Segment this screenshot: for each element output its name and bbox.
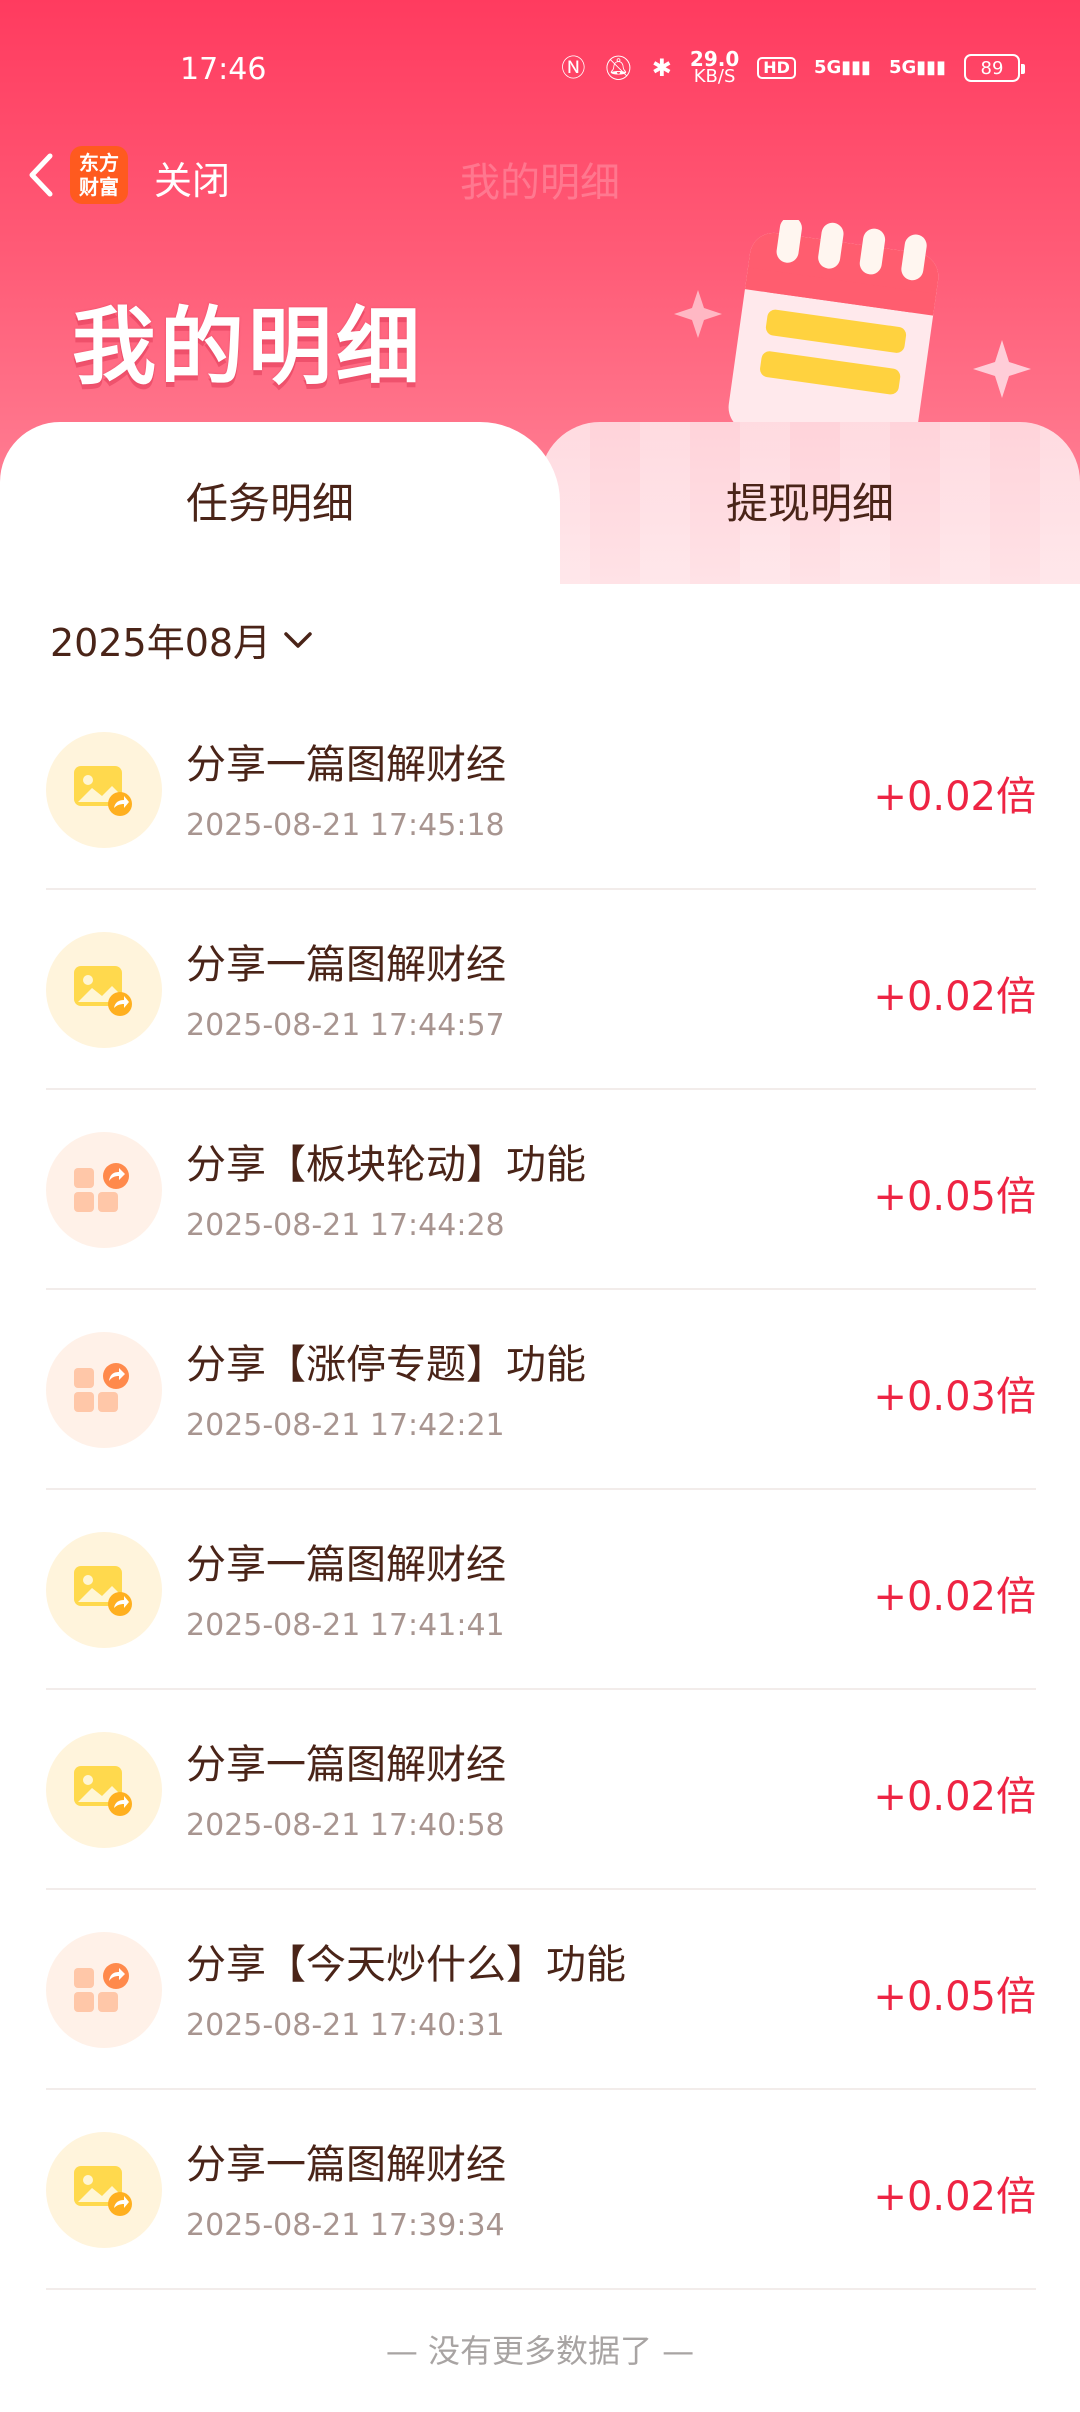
record-time: 2025-08-21 17:42:21 (186, 1408, 505, 1443)
battery-level: 89 (980, 57, 1004, 79)
month-selector[interactable]: 2025年08月 (50, 612, 315, 667)
list-item[interactable]: 分享【今天炒什么】功能 2025-08-21 17:40:31 +0.05倍 (46, 1890, 1036, 2090)
record-value: +0.02倍 (873, 1574, 1036, 1620)
record-time: 2025-08-21 17:44:28 (186, 1208, 505, 1243)
image-share-icon (46, 932, 162, 1048)
nav-title: 我的明细 (460, 160, 620, 206)
list-item[interactable]: 分享一篇图解财经 2025-08-21 17:39:34 +0.02倍 (46, 2090, 1036, 2290)
image-share-icon (46, 732, 162, 848)
hd-voice-icon: HD (757, 57, 796, 79)
record-title: 分享一篇图解财经 (186, 2142, 506, 2188)
list-item[interactable]: 分享【板块轮动】功能 2025-08-21 17:44:28 +0.05倍 (46, 1090, 1036, 1290)
record-value: +0.02倍 (873, 1774, 1036, 1820)
list-item[interactable]: 分享一篇图解财经 2025-08-21 17:45:18 +0.02倍 (46, 690, 1036, 890)
banner-title: 我的明细 (72, 298, 425, 396)
record-title: 分享【涨停专题】功能 (186, 1342, 586, 1388)
battery-icon: 89 (964, 54, 1025, 82)
chevron-down-icon (284, 631, 312, 648)
record-time: 2025-08-21 17:44:57 (186, 1008, 505, 1043)
mute-icon: 🔕︎ (603, 54, 634, 82)
record-list: 分享一篇图解财经 2025-08-21 17:45:18 +0.02倍 分享一篇图解… (46, 690, 1036, 2290)
record-title: 分享【今天炒什么】功能 (186, 1942, 626, 1988)
record-title: 分享【板块轮动】功能 (186, 1142, 586, 1188)
record-time: 2025-08-21 17:39:34 (186, 2208, 505, 2243)
image-share-icon (46, 1532, 162, 1648)
record-time: 2025-08-21 17:40:31 (186, 2008, 505, 2043)
grid-share-icon (46, 1132, 162, 1248)
list-item[interactable]: 分享【涨停专题】功能 2025-08-21 17:42:21 +0.03倍 (46, 1290, 1036, 1490)
grid-share-icon (46, 1932, 162, 2048)
record-time: 2025-08-21 17:40:58 (186, 1808, 505, 1843)
signal-2-label: 5G (888, 57, 917, 78)
grid-share-icon (46, 1332, 162, 1448)
status-icons: Ⓝ 🔕︎ ✱ 29.0 KB/S HD 5G▮▮▮ 5G▮▮▮ 89 (561, 49, 1025, 87)
record-value: +0.03倍 (873, 1374, 1036, 1420)
status-time: 17:46 (180, 52, 267, 87)
calendar-illustration-icon (674, 220, 1031, 430)
record-time: 2025-08-21 17:41:41 (186, 1608, 505, 1643)
network-speed-unit: KB/S (693, 66, 736, 87)
record-value: +0.02倍 (873, 2174, 1036, 2220)
image-share-icon (46, 2132, 162, 2248)
tab-task-detail[interactable]: 任务明细 (0, 470, 540, 531)
record-title: 分享一篇图解财经 (186, 942, 506, 988)
network-speed: 29.0 KB/S (690, 49, 739, 87)
record-title: 分享一篇图解财经 (186, 1742, 506, 1788)
list-item[interactable]: 分享一篇图解财经 2025-08-21 17:44:57 +0.02倍 (46, 890, 1036, 1090)
record-value: +0.02倍 (873, 774, 1036, 820)
signal-icon-1: 5G▮▮▮ (813, 57, 871, 78)
record-value: +0.05倍 (873, 1174, 1036, 1220)
record-value: +0.05倍 (873, 1974, 1036, 2020)
image-share-icon (46, 1732, 162, 1848)
status-bar: 17:46 Ⓝ 🔕︎ ✱ 29.0 KB/S HD 5G▮▮▮ 5G▮▮▮ 89 (0, 0, 1080, 140)
signal-icon-2: 5G▮▮▮ (888, 57, 946, 78)
tab-withdraw-detail[interactable]: 提现明细 (540, 470, 1080, 531)
list-item[interactable]: 分享一篇图解财经 2025-08-21 17:41:41 +0.02倍 (46, 1490, 1036, 1690)
signal-1-label: 5G (813, 57, 842, 78)
record-value: +0.02倍 (873, 974, 1036, 1020)
record-time: 2025-08-21 17:45:18 (186, 808, 505, 843)
nav-bar: 东方财富 关闭 我的明细 (0, 130, 1080, 220)
bluetooth-icon: ✱ (651, 54, 672, 82)
no-more-data-note: — 没有更多数据了 — (385, 2332, 695, 2370)
month-label: 2025年08月 (50, 621, 272, 665)
nfc-icon: Ⓝ (561, 54, 586, 82)
record-title: 分享一篇图解财经 (186, 1542, 506, 1588)
record-title: 分享一篇图解财经 (186, 742, 506, 788)
list-item[interactable]: 分享一篇图解财经 2025-08-21 17:40:58 +0.02倍 (46, 1690, 1036, 1890)
